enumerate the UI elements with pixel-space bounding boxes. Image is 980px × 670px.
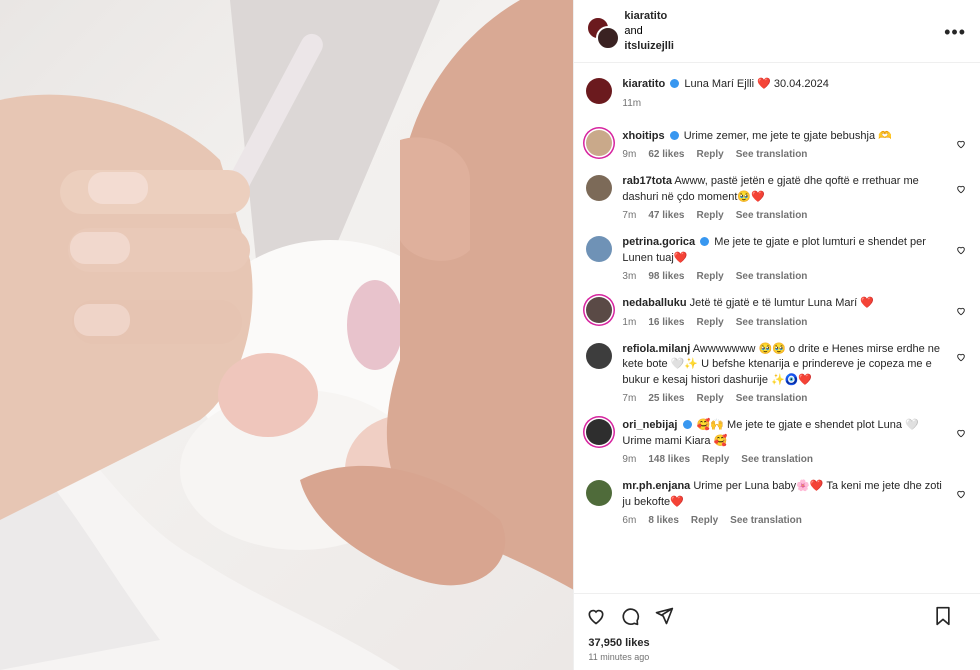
comment-icon[interactable] <box>620 606 640 626</box>
avatar[interactable] <box>586 419 613 445</box>
joiner-text: and <box>624 24 643 37</box>
see-translation-link[interactable]: See translation <box>736 393 808 404</box>
see-translation-link[interactable]: See translation <box>736 149 808 160</box>
comment-time: 9m <box>622 454 637 465</box>
comment-username[interactable]: refiola.milanj <box>622 343 690 355</box>
comment-likes[interactable]: 98 likes <box>648 271 684 282</box>
heart-icon[interactable] <box>956 306 966 316</box>
see-translation-link[interactable]: See translation <box>736 317 808 328</box>
collab-avatars[interactable] <box>586 14 621 50</box>
reply-button[interactable]: Reply <box>696 149 723 160</box>
reply-button[interactable]: Reply <box>696 393 723 404</box>
comment-row: refiola.milanj Awwwwwww 🥹🥹 o drite e Hen… <box>586 342 968 404</box>
bookmark-icon[interactable] <box>934 606 952 626</box>
comment-row: petrina.gorica Me jete te gjate e plot l… <box>586 235 968 282</box>
comment-username[interactable]: nedaballuku <box>622 297 686 309</box>
username-link[interactable]: kiaratito <box>624 9 674 24</box>
comment-likes[interactable]: 148 likes <box>648 454 690 465</box>
comment-time: 6m <box>622 515 637 526</box>
caption-username[interactable]: kiaratito <box>622 78 665 90</box>
avatar[interactable] <box>586 297 613 323</box>
comment-row: mr.ph.enjana Urime per Luna baby🌸❤️ Ta k… <box>586 479 968 526</box>
verified-icon <box>700 237 710 246</box>
post-photo[interactable] <box>0 0 574 670</box>
reply-button[interactable]: Reply <box>696 210 723 221</box>
comment-username[interactable]: mr.ph.enjana <box>622 480 690 492</box>
avatar[interactable] <box>586 342 613 369</box>
heart-icon[interactable] <box>956 139 966 149</box>
see-translation-link[interactable]: See translation <box>736 210 808 221</box>
comment-row: ori_nebijaj 🥰🙌 Me jete te gjate e shende… <box>586 418 968 465</box>
verified-icon <box>682 420 692 429</box>
comment-username[interactable]: ori_nebijaj <box>622 419 677 431</box>
comment-time: 1m <box>622 316 637 328</box>
more-horizontal-icon[interactable]: ••• <box>944 22 966 43</box>
comment-likes[interactable]: 62 likes <box>648 149 684 160</box>
comment-username[interactable]: petrina.gorica <box>622 236 695 248</box>
comment-username[interactable]: rab17tota <box>622 175 672 187</box>
caption-text: Luna Marí Ejlli ❤️ 30.04.2024 <box>684 78 829 90</box>
comment-text: Urime zemer, me jete te gjate bebushja 🫶 <box>683 129 892 142</box>
reply-button[interactable]: Reply <box>702 454 729 465</box>
see-translation-link[interactable]: See translation <box>736 271 808 282</box>
comment-likes[interactable]: 8 likes <box>648 515 679 526</box>
comment-time: 7m <box>622 210 637 221</box>
comment-likes[interactable]: 47 likes <box>648 210 684 221</box>
collab-usernames: kiaratito and itsluizejlli <box>624 9 674 54</box>
avatar[interactable] <box>586 175 613 201</box>
comment-time: 9m <box>622 149 637 160</box>
verified-icon <box>669 130 679 140</box>
heart-icon[interactable] <box>586 606 606 626</box>
heart-icon[interactable] <box>956 489 966 499</box>
avatar[interactable] <box>586 236 613 262</box>
reply-button[interactable]: Reply <box>696 271 723 282</box>
verified-icon <box>670 79 680 88</box>
post-header: kiaratito and itsluizejlli ••• <box>574 0 980 63</box>
heart-icon[interactable] <box>956 184 966 194</box>
avatar <box>596 26 621 50</box>
comment-row: xhoitips Urime zemer, me jete te gjate b… <box>586 129 968 160</box>
heart-icon[interactable] <box>956 245 966 255</box>
avatar[interactable] <box>586 129 613 156</box>
reply-button[interactable]: Reply <box>696 317 723 328</box>
comment-likes[interactable]: 25 likes <box>648 393 684 404</box>
avatar[interactable] <box>586 78 613 104</box>
caption-time: 11m <box>622 97 642 109</box>
post-photo-art <box>0 0 574 670</box>
post-side-panel: kiaratito and itsluizejlli ••• kiaratito… <box>573 0 980 670</box>
share-icon[interactable] <box>654 606 674 626</box>
heart-icon[interactable] <box>956 352 966 362</box>
heart-icon[interactable] <box>956 428 966 438</box>
comment-username[interactable]: xhoitips <box>622 130 664 142</box>
comment-likes[interactable]: 16 likes <box>648 317 684 328</box>
see-translation-link[interactable]: See translation <box>741 454 813 465</box>
comment-row: nedaballuku Jetë të gjatë e të lumtur Lu… <box>586 296 968 328</box>
post-time: 11 minutes ago <box>588 652 650 662</box>
comment-time: 3m <box>622 271 637 282</box>
reply-button[interactable]: Reply <box>691 515 718 526</box>
comment-row: rab17tota Awww, pastë jetën e gjatë dhe … <box>586 174 968 221</box>
see-translation-link[interactable]: See translation <box>730 515 802 526</box>
action-bar <box>574 593 980 637</box>
likes-count[interactable]: 37,950 likes <box>574 637 980 649</box>
username-link[interactable]: itsluizejlli <box>624 39 674 54</box>
comment-text: Jetë të gjatë e të lumtur Luna Marí ❤️ <box>689 297 874 309</box>
caption: kiaratito Luna Marí Ejlli ❤️ 30.04.2024 … <box>586 77 968 109</box>
comment-time: 7m <box>622 393 637 404</box>
comments-list[interactable]: kiaratito Luna Marí Ejlli ❤️ 30.04.2024 … <box>574 63 980 593</box>
avatar[interactable] <box>586 480 613 506</box>
